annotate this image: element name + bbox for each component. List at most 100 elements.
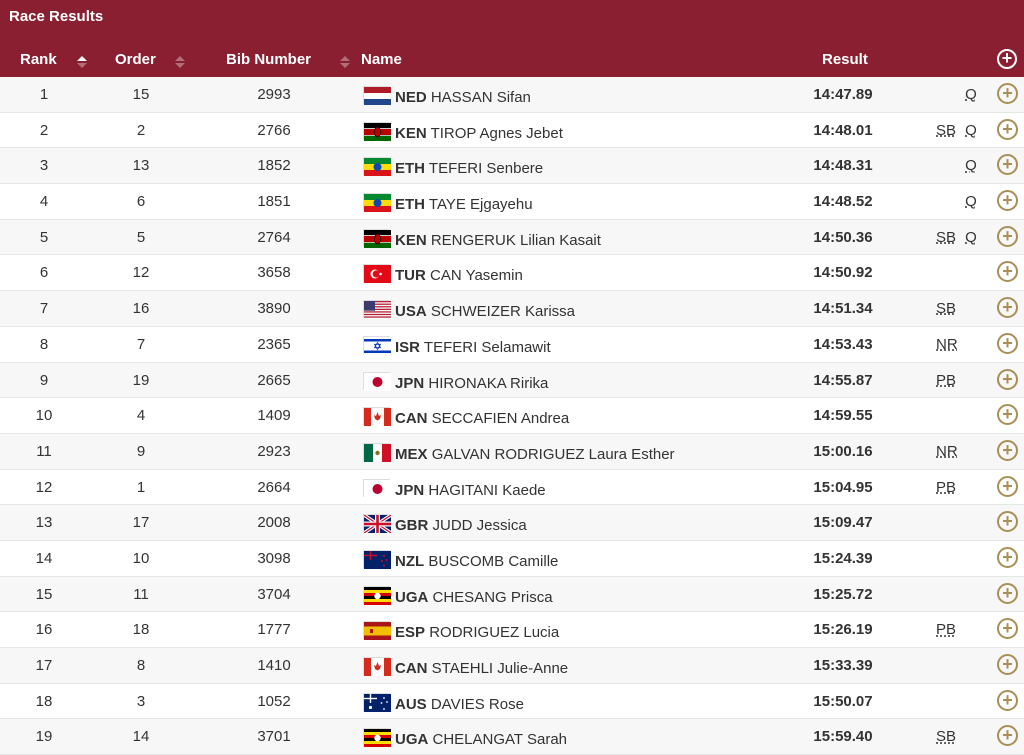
table-row[interactable]: 17 8 1410 CAN STAEHLI Julie-Anne 15:33.39 + [0, 648, 1024, 684]
result-cell: 15:25.72 [813, 585, 873, 603]
athlete-name[interactable]: RODRIGUEZ Lucia [429, 624, 559, 641]
name-cell: NZL BUSCOMB Camille [363, 549, 558, 570]
bib-cell: 3704 [257, 585, 291, 603]
sort-bib-icon[interactable] [340, 56, 350, 68]
table-row[interactable]: 9 19 2665 JPN HIRONAKA Ririka 14:55.87 PB + [0, 362, 1024, 399]
name-cell: UGA CHESANG Prisca [363, 585, 553, 606]
name-cell: JPN HIRONAKA Ririka [363, 371, 548, 392]
column-header-bib[interactable]: Bib Number [226, 51, 311, 68]
result-cell: 15:26.19 [813, 621, 873, 639]
table-row[interactable]: 12 1 2664 JPN HAGITANI Kaede 15:04.95 PB + [0, 470, 1024, 506]
order-cell: 6 [136, 193, 146, 211]
result-cell: 14:50.36 [813, 228, 873, 246]
table-row[interactable]: 5 5 2764 KEN RENGERUK Lilian Kasait 14:50.36… [0, 219, 1024, 256]
table-row[interactable]: 15 11 3704 UGA CHESANG Prisca 15:25.72 + [0, 576, 1024, 613]
table-row[interactable]: 14 10 3098 NZL BUSCOMB Camille 15:24.39 + [0, 541, 1024, 577]
athlete-name[interactable]: BUSCOMB Camille [428, 553, 558, 570]
expand-row-plus-icon[interactable]: + [997, 225, 1018, 247]
table-row[interactable]: 7 16 3890 USA SCHWEIZER Karissa 14:51.34 SB + [0, 291, 1024, 327]
bib-cell: 2008 [257, 514, 291, 532]
column-header-order[interactable]: Order [115, 51, 156, 68]
result-cell: 15:24.39 [813, 549, 873, 567]
results-table: 1 15 2993 NED HASSAN Sifan 14:47.89 Q +2 2 2766 K… [0, 77, 1024, 755]
noc-code: NZL [395, 552, 425, 570]
order-cell: 9 [136, 442, 146, 460]
athlete-name[interactable]: JUDD Jessica [433, 517, 527, 534]
page-title: Race Results [9, 8, 104, 25]
table-row[interactable]: 18 3 1052 AUS DAVIES Rose 15:50.07 + [0, 684, 1024, 720]
expand-row-plus-icon[interactable]: + [997, 725, 1018, 747]
flag-mex-icon [363, 442, 391, 462]
record-badge: PB [936, 478, 957, 496]
expand-row-plus-icon[interactable]: + [997, 618, 1018, 640]
expand-row-plus-icon[interactable]: + [997, 439, 1018, 461]
expand-row-plus-icon[interactable]: + [997, 332, 1018, 354]
expand-row-plus-icon[interactable]: + [997, 546, 1018, 568]
expand-row-plus-icon[interactable]: + [997, 261, 1018, 283]
expand-row-plus-icon[interactable]: + [997, 404, 1018, 426]
rank-cell: 14 [35, 549, 53, 567]
athlete-name[interactable]: GALVAN RODRIGUEZ Laura Esther [432, 446, 675, 463]
table-row[interactable]: 11 9 2923 MEX GALVAN RODRIGUEZ Laura Esther… [0, 433, 1024, 470]
athlete-name[interactable]: HASSAN Sifan [431, 89, 531, 106]
expand-row-plus-icon[interactable]: + [997, 297, 1018, 319]
table-row[interactable]: 6 12 3658 TUR CAN Yasemin 14:50.92 + [0, 255, 1024, 292]
result-cell: 15:59.40 [813, 728, 873, 746]
noc-code: GBR [395, 517, 429, 535]
athlete-name[interactable]: STAEHLI Julie-Anne [432, 660, 568, 677]
expand-row-plus-icon[interactable]: + [997, 475, 1018, 497]
result-cell: 14:47.89 [813, 86, 873, 103]
column-header-rank[interactable]: Rank [20, 51, 57, 68]
expand-row-plus-icon[interactable]: + [997, 190, 1018, 212]
athlete-name[interactable]: DAVIES Rose [431, 696, 524, 713]
athlete-name[interactable]: TIROP Agnes Jebet [431, 125, 563, 142]
expand-row-plus-icon[interactable]: + [997, 582, 1018, 604]
results-header: Race Results Rank Order Bib Number Name … [0, 0, 1024, 77]
rank-cell: 8 [39, 335, 49, 353]
table-row[interactable]: 4 6 1851 ETH TAYE Ejgayehu 14:48.52 Q + [0, 184, 1024, 220]
sort-rank-icon[interactable] [77, 56, 87, 68]
athlete-name[interactable]: HAGITANI Kaede [428, 482, 545, 499]
bib-cell: 1852 [257, 157, 291, 175]
athlete-name[interactable]: RENGERUK Lilian Kasait [431, 232, 601, 249]
result-cell: 15:00.16 [813, 442, 873, 460]
expand-row-plus-icon[interactable]: + [997, 154, 1018, 176]
table-row[interactable]: 13 17 2008 GBR JUDD Jessica 15:09.47 + [0, 505, 1024, 541]
athlete-name[interactable]: HIRONAKA Ririka [428, 375, 548, 392]
noc-code: CAN [395, 410, 428, 428]
athlete-name[interactable]: SECCAFIEN Andrea [432, 410, 570, 427]
athlete-name[interactable]: CAN Yasemin [430, 267, 523, 284]
table-row[interactable]: 16 18 1777 ESP RODRIGUEZ Lucia 15:26.19 PB + [0, 612, 1024, 648]
rank-cell: 6 [39, 264, 49, 282]
athlete-name[interactable]: TEFERI Senbere [429, 160, 543, 177]
bib-cell: 2764 [257, 228, 291, 246]
expand-row-plus-icon[interactable]: + [997, 118, 1018, 140]
expand-row-plus-icon[interactable]: + [997, 689, 1018, 711]
table-row[interactable]: 10 4 1409 CAN SECCAFIEN Andrea 14:59.55 + [0, 398, 1024, 434]
qualification-badge: Q [965, 86, 977, 103]
expand-all-plus-icon[interactable]: + [997, 49, 1017, 69]
result-cell: 14:50.92 [813, 264, 873, 282]
column-header-name[interactable]: Name [361, 51, 402, 68]
order-cell: 12 [132, 264, 150, 282]
expand-row-plus-icon[interactable]: + [997, 368, 1018, 390]
noc-code: TUR [395, 267, 426, 285]
order-cell: 19 [132, 371, 150, 389]
sort-order-icon[interactable] [175, 56, 185, 68]
expand-row-plus-icon[interactable]: + [997, 83, 1018, 104]
table-row[interactable]: 2 2 2766 KEN TIROP Agnes Jebet 14:48.01 SB Q + [0, 113, 1024, 149]
table-row[interactable]: 8 7 2365 ISR TEFERI Selamawit 14:53.43 NR + [0, 327, 1024, 363]
flag-ned-icon [363, 86, 391, 105]
noc-code: ETH [395, 196, 425, 214]
expand-row-plus-icon[interactable]: + [997, 654, 1018, 675]
athlete-name[interactable]: TAYE Ejgayehu [429, 196, 533, 213]
athlete-name[interactable]: CHESANG Prisca [433, 589, 553, 606]
order-cell: 17 [132, 514, 150, 532]
table-row[interactable]: 1 15 2993 NED HASSAN Sifan 14:47.89 Q + [0, 77, 1024, 113]
athlete-name[interactable]: SCHWEIZER Karissa [431, 303, 575, 320]
flag-ken-icon [363, 228, 391, 248]
expand-row-plus-icon[interactable]: + [997, 511, 1018, 533]
table-row[interactable]: 3 13 1852 ETH TEFERI Senbere 14:48.31 Q + [0, 148, 1024, 185]
table-row[interactable]: 19 14 3701 UGA CHELANGAT Sarah 15:59.40 SB + [0, 719, 1024, 755]
athlete-name[interactable]: TEFERI Selamawit [424, 339, 551, 356]
